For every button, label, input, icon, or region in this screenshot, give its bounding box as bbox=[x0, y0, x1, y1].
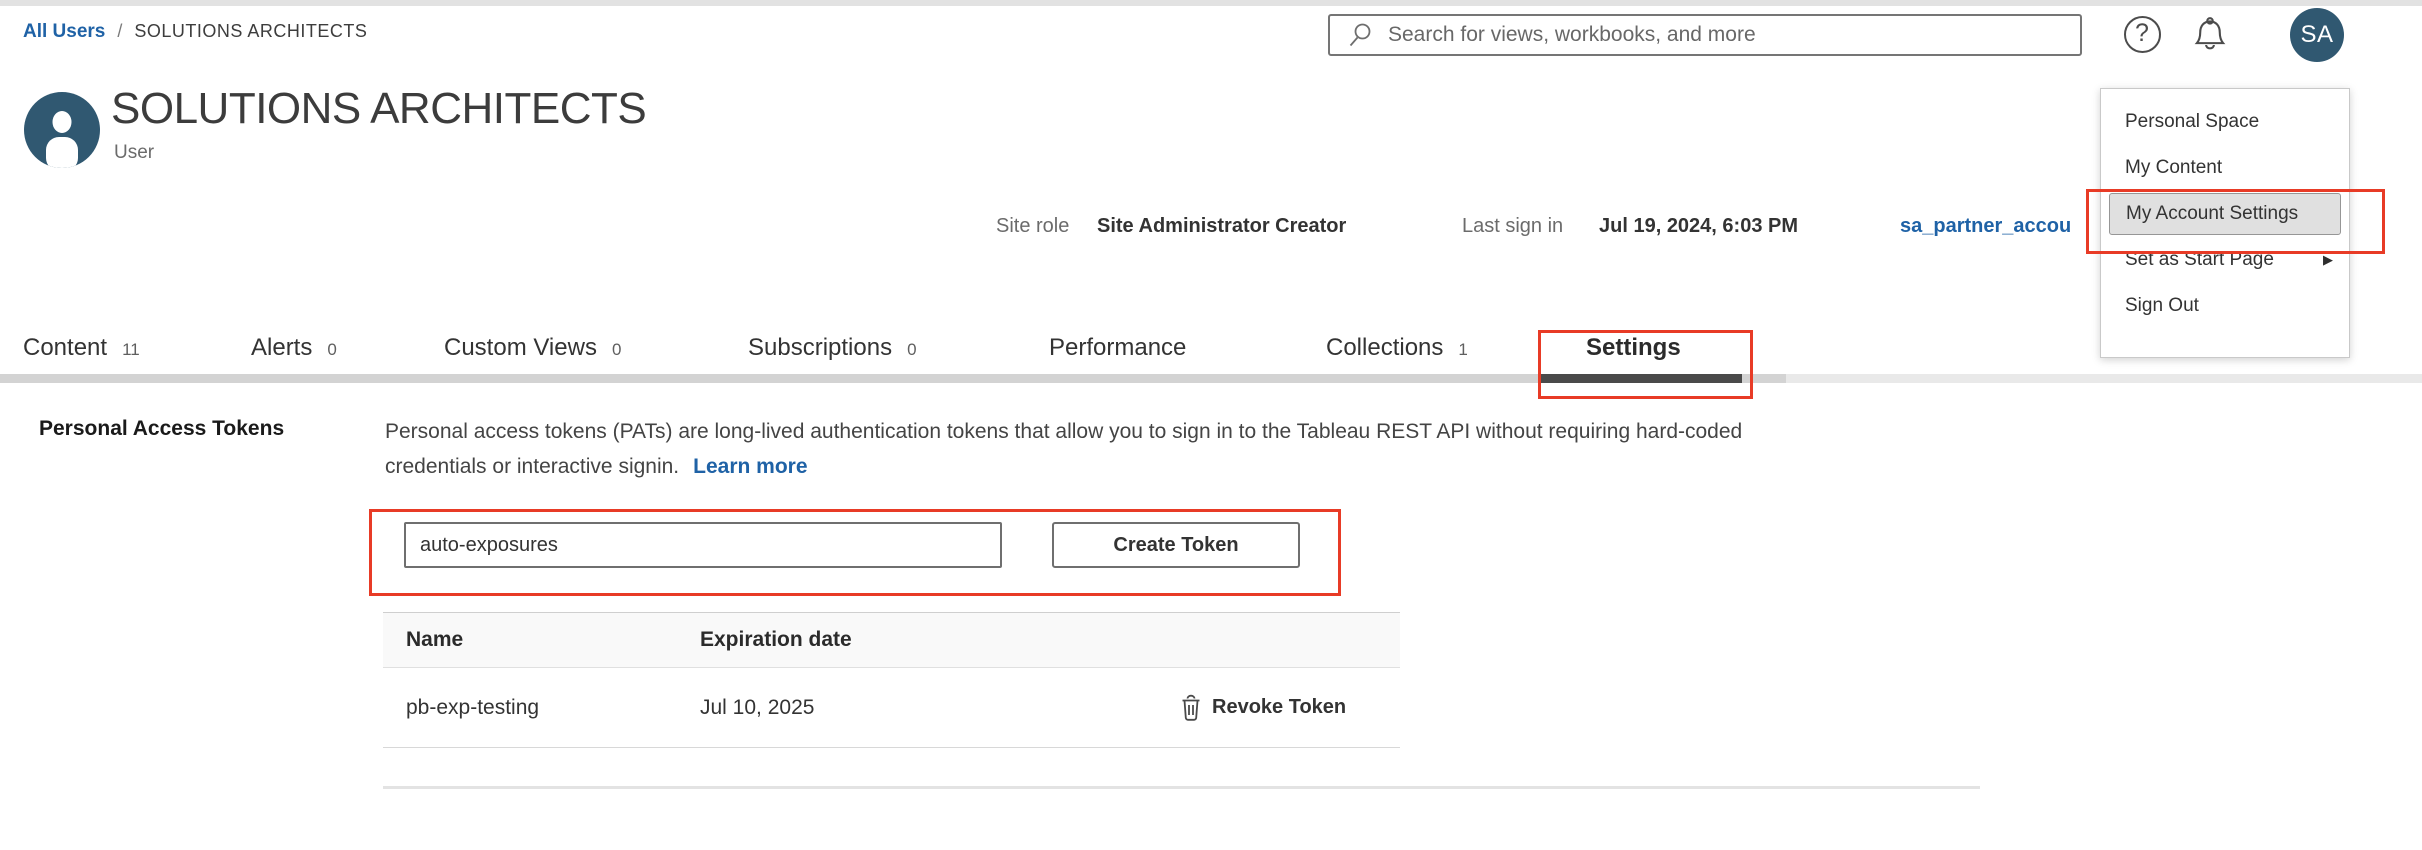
pat-description-line1: Personal access tokens (PATs) are long-l… bbox=[385, 414, 1742, 449]
trash-icon bbox=[1180, 694, 1202, 722]
tab-count: 1 bbox=[1458, 340, 1467, 360]
last-sign-in-label: Last sign in bbox=[1462, 215, 1563, 238]
token-table: Name Expiration date pb-exp-testing Jul … bbox=[383, 612, 1400, 748]
menu-item-set-as-start-page[interactable]: Set as Start Page ▶ bbox=[2101, 237, 2349, 283]
tab-count: 11 bbox=[122, 340, 140, 360]
tab-bar bbox=[0, 374, 1786, 383]
pat-section-label: Personal Access Tokens bbox=[39, 417, 284, 441]
column-header-name: Name bbox=[406, 628, 700, 652]
create-token-button[interactable]: Create Token bbox=[1052, 522, 1300, 568]
tab-label: Custom Views bbox=[444, 334, 597, 362]
token-expiration-cell: Jul 10, 2025 bbox=[700, 696, 1180, 720]
user-type-label: User bbox=[114, 142, 154, 164]
breadcrumb-separator: / bbox=[117, 21, 122, 42]
active-tab-underline bbox=[1538, 374, 1742, 383]
notifications-button[interactable] bbox=[2188, 12, 2232, 56]
profile-avatar bbox=[24, 92, 100, 168]
search-icon bbox=[1346, 21, 1374, 49]
account-name-link[interactable]: sa_partner_accou bbox=[1900, 215, 2071, 238]
tab-alerts[interactable]: Alerts 0 bbox=[251, 334, 337, 362]
help-icon: ? bbox=[2124, 16, 2161, 53]
top-strip bbox=[0, 0, 2422, 6]
token-table-header: Name Expiration date bbox=[383, 612, 1400, 668]
pat-description-line2-text: credentials or interactive signin. bbox=[385, 455, 679, 478]
user-avatar-button[interactable]: SA bbox=[2290, 8, 2344, 62]
breadcrumb: All Users / SOLUTIONS ARCHITECTS bbox=[23, 21, 367, 43]
menu-item-sign-out[interactable]: Sign Out bbox=[2101, 283, 2349, 329]
tab-subscriptions[interactable]: Subscriptions 0 bbox=[748, 334, 917, 362]
breadcrumb-current: SOLUTIONS ARCHITECTS bbox=[134, 21, 367, 42]
tab-count: 0 bbox=[612, 340, 621, 360]
menu-item-label: Set as Start Page bbox=[2125, 249, 2274, 271]
tab-label: Content bbox=[23, 334, 107, 362]
account-settings-page: All Users / SOLUTIONS ARCHITECTS ? SA Pe… bbox=[0, 0, 2422, 850]
tab-label: Collections bbox=[1326, 334, 1443, 362]
person-icon bbox=[24, 92, 100, 168]
token-name-cell: pb-exp-testing bbox=[406, 696, 700, 720]
tab-custom-views[interactable]: Custom Views 0 bbox=[444, 334, 621, 362]
revoke-token-button[interactable]: Revoke Token bbox=[1180, 694, 1400, 722]
section-divider bbox=[383, 786, 1980, 789]
table-row: pb-exp-testing Jul 10, 2025 Revoke Token bbox=[383, 668, 1400, 748]
tab-collections[interactable]: Collections 1 bbox=[1326, 334, 1468, 362]
site-role-value: Site Administrator Creator bbox=[1097, 215, 1346, 238]
menu-item-my-account-settings[interactable]: My Account Settings bbox=[2109, 193, 2341, 235]
learn-more-link[interactable]: Learn more bbox=[693, 455, 807, 478]
menu-item-personal-space[interactable]: Personal Space bbox=[2101, 99, 2349, 145]
last-sign-in-value: Jul 19, 2024, 6:03 PM bbox=[1599, 215, 1798, 238]
revoke-token-label: Revoke Token bbox=[1212, 696, 1346, 719]
tab-label: Performance bbox=[1049, 334, 1186, 362]
menu-item-my-content[interactable]: My Content bbox=[2101, 145, 2349, 191]
tab-count: 0 bbox=[907, 340, 916, 360]
tab-content[interactable]: Content 11 bbox=[23, 334, 140, 362]
pat-description: Personal access tokens (PATs) are long-l… bbox=[385, 414, 1742, 484]
tab-label: Alerts bbox=[251, 334, 312, 362]
help-button[interactable]: ? bbox=[2120, 12, 2164, 56]
search-input[interactable] bbox=[1386, 22, 2080, 48]
profile-meta-row: Site role Site Administrator Creator Las… bbox=[0, 215, 2422, 243]
tab-settings[interactable]: Settings bbox=[1586, 334, 1681, 362]
user-menu: Personal Space My Content My Account Set… bbox=[2100, 88, 2350, 358]
pat-description-line2: credentials or interactive signin. Learn … bbox=[385, 449, 1742, 484]
tab-label: Settings bbox=[1586, 334, 1681, 362]
breadcrumb-all-users-link[interactable]: All Users bbox=[23, 21, 105, 43]
tab-label: Subscriptions bbox=[748, 334, 892, 362]
token-name-input[interactable] bbox=[404, 522, 1002, 568]
tab-count: 0 bbox=[327, 340, 336, 360]
page-title: SOLUTIONS ARCHITECTS bbox=[111, 84, 646, 134]
submenu-arrow-icon: ▶ bbox=[2323, 252, 2333, 268]
column-header-expiration: Expiration date bbox=[700, 628, 1180, 652]
search-box[interactable] bbox=[1328, 14, 2082, 56]
bell-icon bbox=[2189, 13, 2231, 55]
site-role-label: Site role bbox=[996, 215, 1069, 238]
tab-performance[interactable]: Performance bbox=[1049, 334, 1186, 362]
